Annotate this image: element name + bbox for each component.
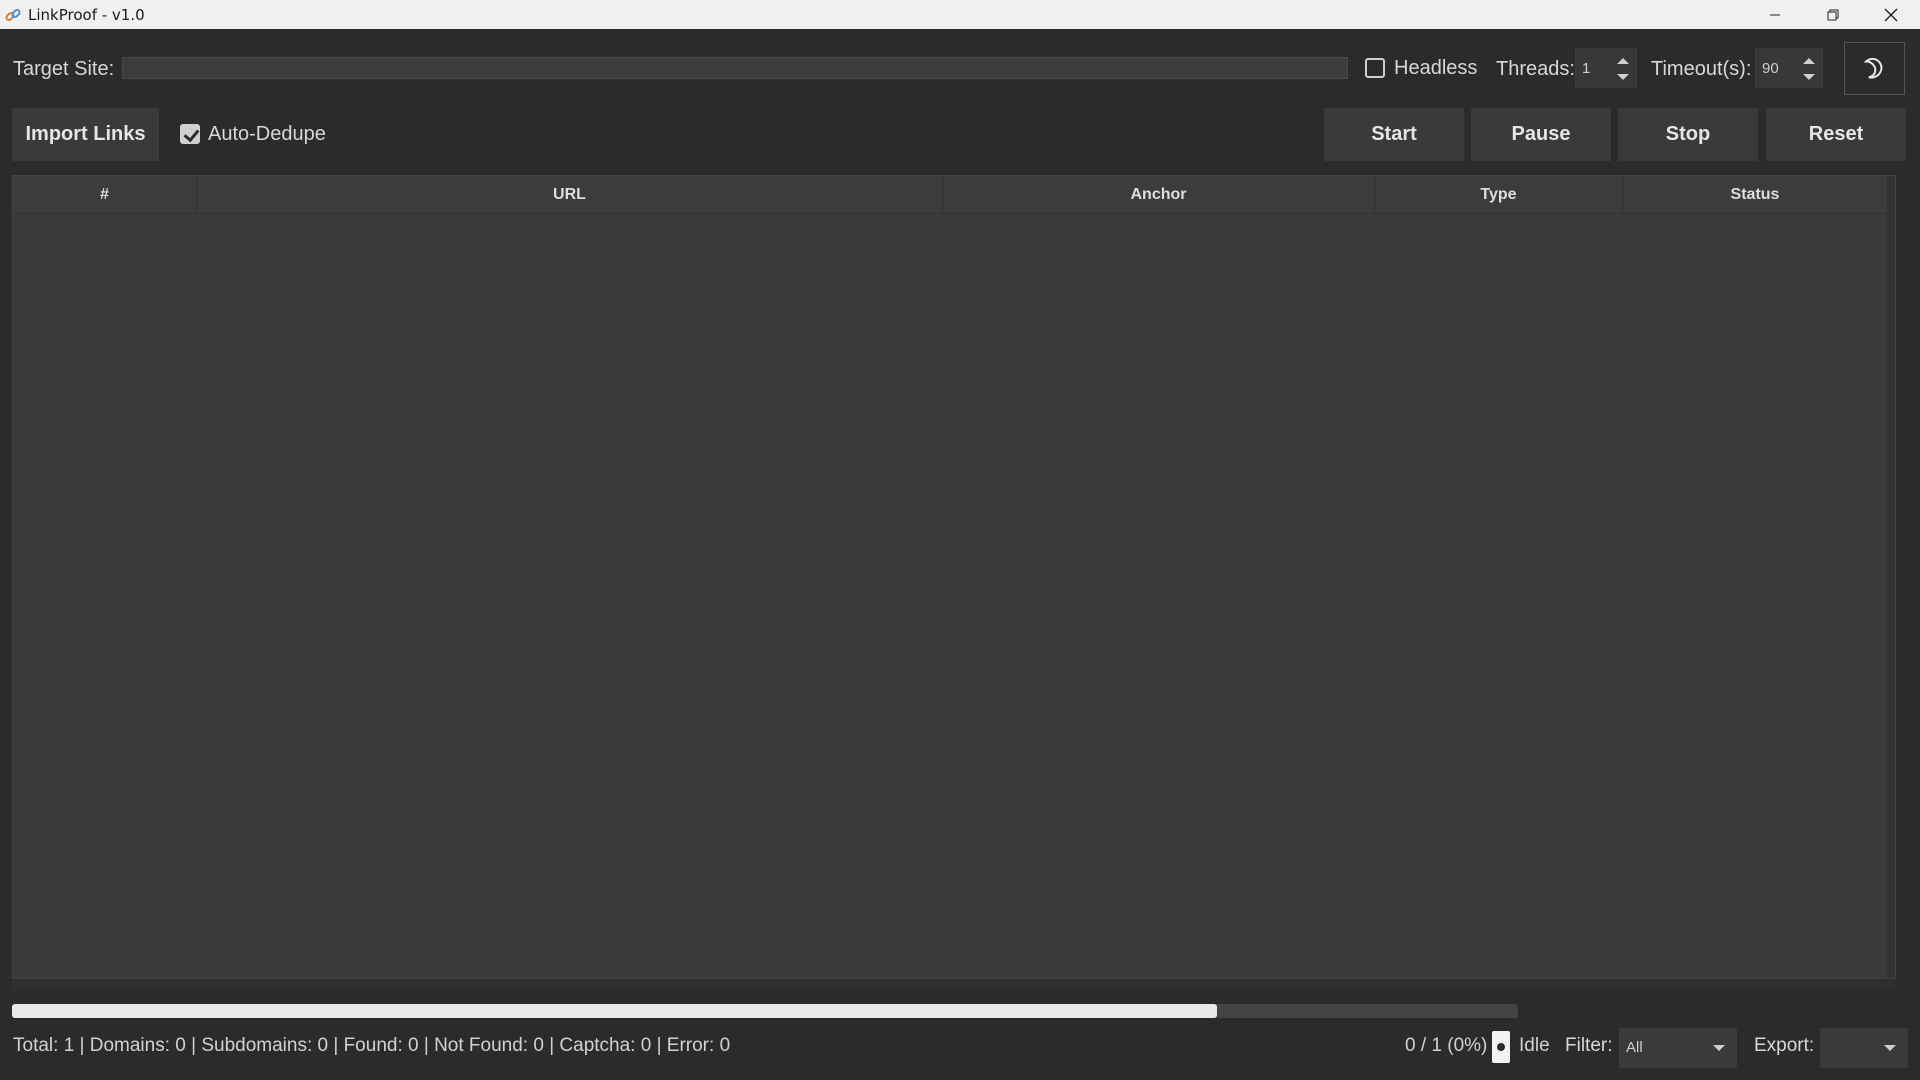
threads-spinbox[interactable]: 1: [1575, 48, 1637, 88]
headless-checkbox[interactable]: [1365, 58, 1385, 78]
filter-value: All: [1626, 1039, 1643, 1056]
minimize-icon: [1770, 14, 1780, 15]
auto-dedupe-label: Auto-Dedupe: [208, 123, 326, 145]
column-header-anchor[interactable]: Anchor: [943, 176, 1375, 213]
column-header-status[interactable]: Status: [1623, 176, 1887, 213]
export-dropdown[interactable]: [1820, 1028, 1908, 1068]
restore-icon: [1827, 9, 1839, 20]
minimize-button[interactable]: [1746, 0, 1804, 29]
title-bar: LinkProof - v1.0: [0, 0, 1920, 29]
target-site-input[interactable]: [122, 57, 1348, 79]
status-summary: Total: 1 | Domains: 0 | Subdomains: 0 | …: [13, 1035, 731, 1056]
export-label: Export:: [1754, 1035, 1815, 1056]
start-button[interactable]: Start: [1324, 108, 1464, 161]
timeout-up-icon[interactable]: [1803, 58, 1815, 64]
chevron-down-icon: [1713, 1045, 1725, 1051]
timeout-down-icon[interactable]: [1803, 74, 1815, 80]
timeout-label: Timeout(s):: [1651, 58, 1752, 80]
link-app-icon: [5, 8, 21, 21]
timeout-spinbox[interactable]: 90: [1755, 48, 1823, 88]
timeout-value: 90: [1762, 60, 1779, 77]
progress-fill: [12, 1004, 1217, 1018]
table-horizontal-scrollbar[interactable]: [12, 980, 1896, 990]
run-state: Idle: [1519, 1035, 1550, 1056]
progress-bar: [12, 1004, 1518, 1018]
threads-value: 1: [1582, 60, 1591, 77]
filter-dropdown[interactable]: All: [1619, 1028, 1737, 1068]
threads-up-icon[interactable]: [1617, 58, 1629, 64]
theme-toggle-button[interactable]: [1844, 42, 1905, 95]
headless-label: Headless: [1394, 57, 1478, 79]
auto-dedupe-checkbox[interactable]: [180, 124, 200, 144]
threads-label: Threads:: [1496, 58, 1575, 80]
table-vertical-scrollbar[interactable]: [1887, 176, 1895, 978]
progress-count: 0 / 1 (0%): [1405, 1035, 1488, 1056]
table-header: # URL Anchor Type Status: [13, 176, 1895, 214]
target-site-label: Target Site:: [13, 58, 115, 80]
import-links-button[interactable]: Import Links: [12, 108, 159, 161]
results-table[interactable]: # URL Anchor Type Status: [12, 175, 1896, 979]
window-title: LinkProof - v1.0: [28, 5, 145, 24]
column-header-url[interactable]: URL: [197, 176, 943, 213]
threads-down-icon[interactable]: [1617, 74, 1629, 80]
chevron-down-icon: [1884, 1045, 1896, 1051]
filter-label: Filter:: [1565, 1035, 1613, 1056]
moon-icon: [1862, 57, 1882, 79]
status-indicator-icon: [1492, 1031, 1510, 1063]
column-header-type[interactable]: Type: [1375, 176, 1623, 213]
pause-button[interactable]: Pause: [1471, 108, 1611, 161]
stop-button[interactable]: Stop: [1618, 108, 1758, 161]
close-icon: [1884, 8, 1898, 21]
restore-button[interactable]: [1804, 0, 1862, 29]
reset-button[interactable]: Reset: [1766, 108, 1906, 161]
close-button[interactable]: [1862, 0, 1920, 29]
column-header-index[interactable]: #: [13, 176, 197, 213]
